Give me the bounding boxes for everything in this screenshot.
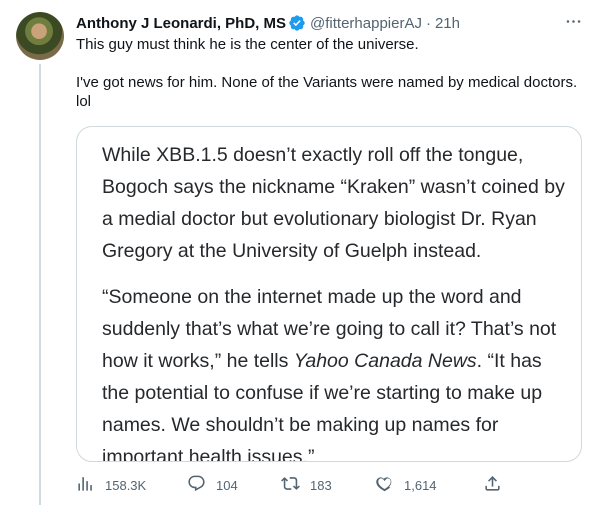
views-count: 158.3K <box>105 477 147 493</box>
quote-paragraph-1: While XBB.1.5 doesn’t exactly roll off t… <box>102 144 565 262</box>
tweet-paragraph-2: I've got news for him. None of the Varia… <box>76 74 578 110</box>
reply-icon <box>187 474 206 496</box>
tweet-header: Anthony J Leonardi, PhD, MS @fitterhappi… <box>76 12 460 34</box>
share-button[interactable] <box>483 472 502 498</box>
tweet-actions: 158.3K 104 183 1,614 <box>76 472 506 498</box>
more-icon[interactable] <box>560 10 586 32</box>
like-count: 1,614 <box>404 477 437 493</box>
quote-paragraph-2: “Someone on the internet made up the wor… <box>102 281 572 461</box>
share-icon <box>483 474 502 496</box>
thread-line <box>39 64 41 505</box>
retweet-button[interactable]: 183 <box>281 472 332 498</box>
separator-dot: · <box>425 14 431 32</box>
quoted-image-card[interactable]: While XBB.1.5 doesn’t exactly roll off t… <box>76 126 582 462</box>
tweet-timestamp[interactable]: 21h <box>435 15 460 32</box>
like-button[interactable]: 1,614 <box>375 472 437 498</box>
quote-publication-name: Yahoo Canada News <box>293 350 477 372</box>
quote-text: While XBB.1.5 doesn’t exactly roll off t… <box>102 139 572 461</box>
retweet-icon <box>281 474 300 496</box>
views-button[interactable]: 158.3K <box>76 472 146 498</box>
tweet[interactable]: Anthony J Leonardi, PhD, MS @fitterhappi… <box>0 0 598 505</box>
author-display-name[interactable]: Anthony J Leonardi, PhD, MS <box>76 15 286 32</box>
tweet-paragraph-1: This guy must think he is the center of … <box>76 36 419 53</box>
avatar[interactable] <box>16 12 64 60</box>
verified-badge-icon <box>288 14 306 32</box>
reply-button[interactable]: 104 <box>187 472 238 498</box>
author-handle[interactable]: @fitterhappierAJ <box>310 15 422 32</box>
tweet-text: This guy must think he is the center of … <box>76 35 586 111</box>
reply-count: 104 <box>216 477 238 493</box>
retweet-count: 183 <box>310 477 332 493</box>
analytics-icon <box>76 474 95 496</box>
heart-icon <box>375 474 394 496</box>
